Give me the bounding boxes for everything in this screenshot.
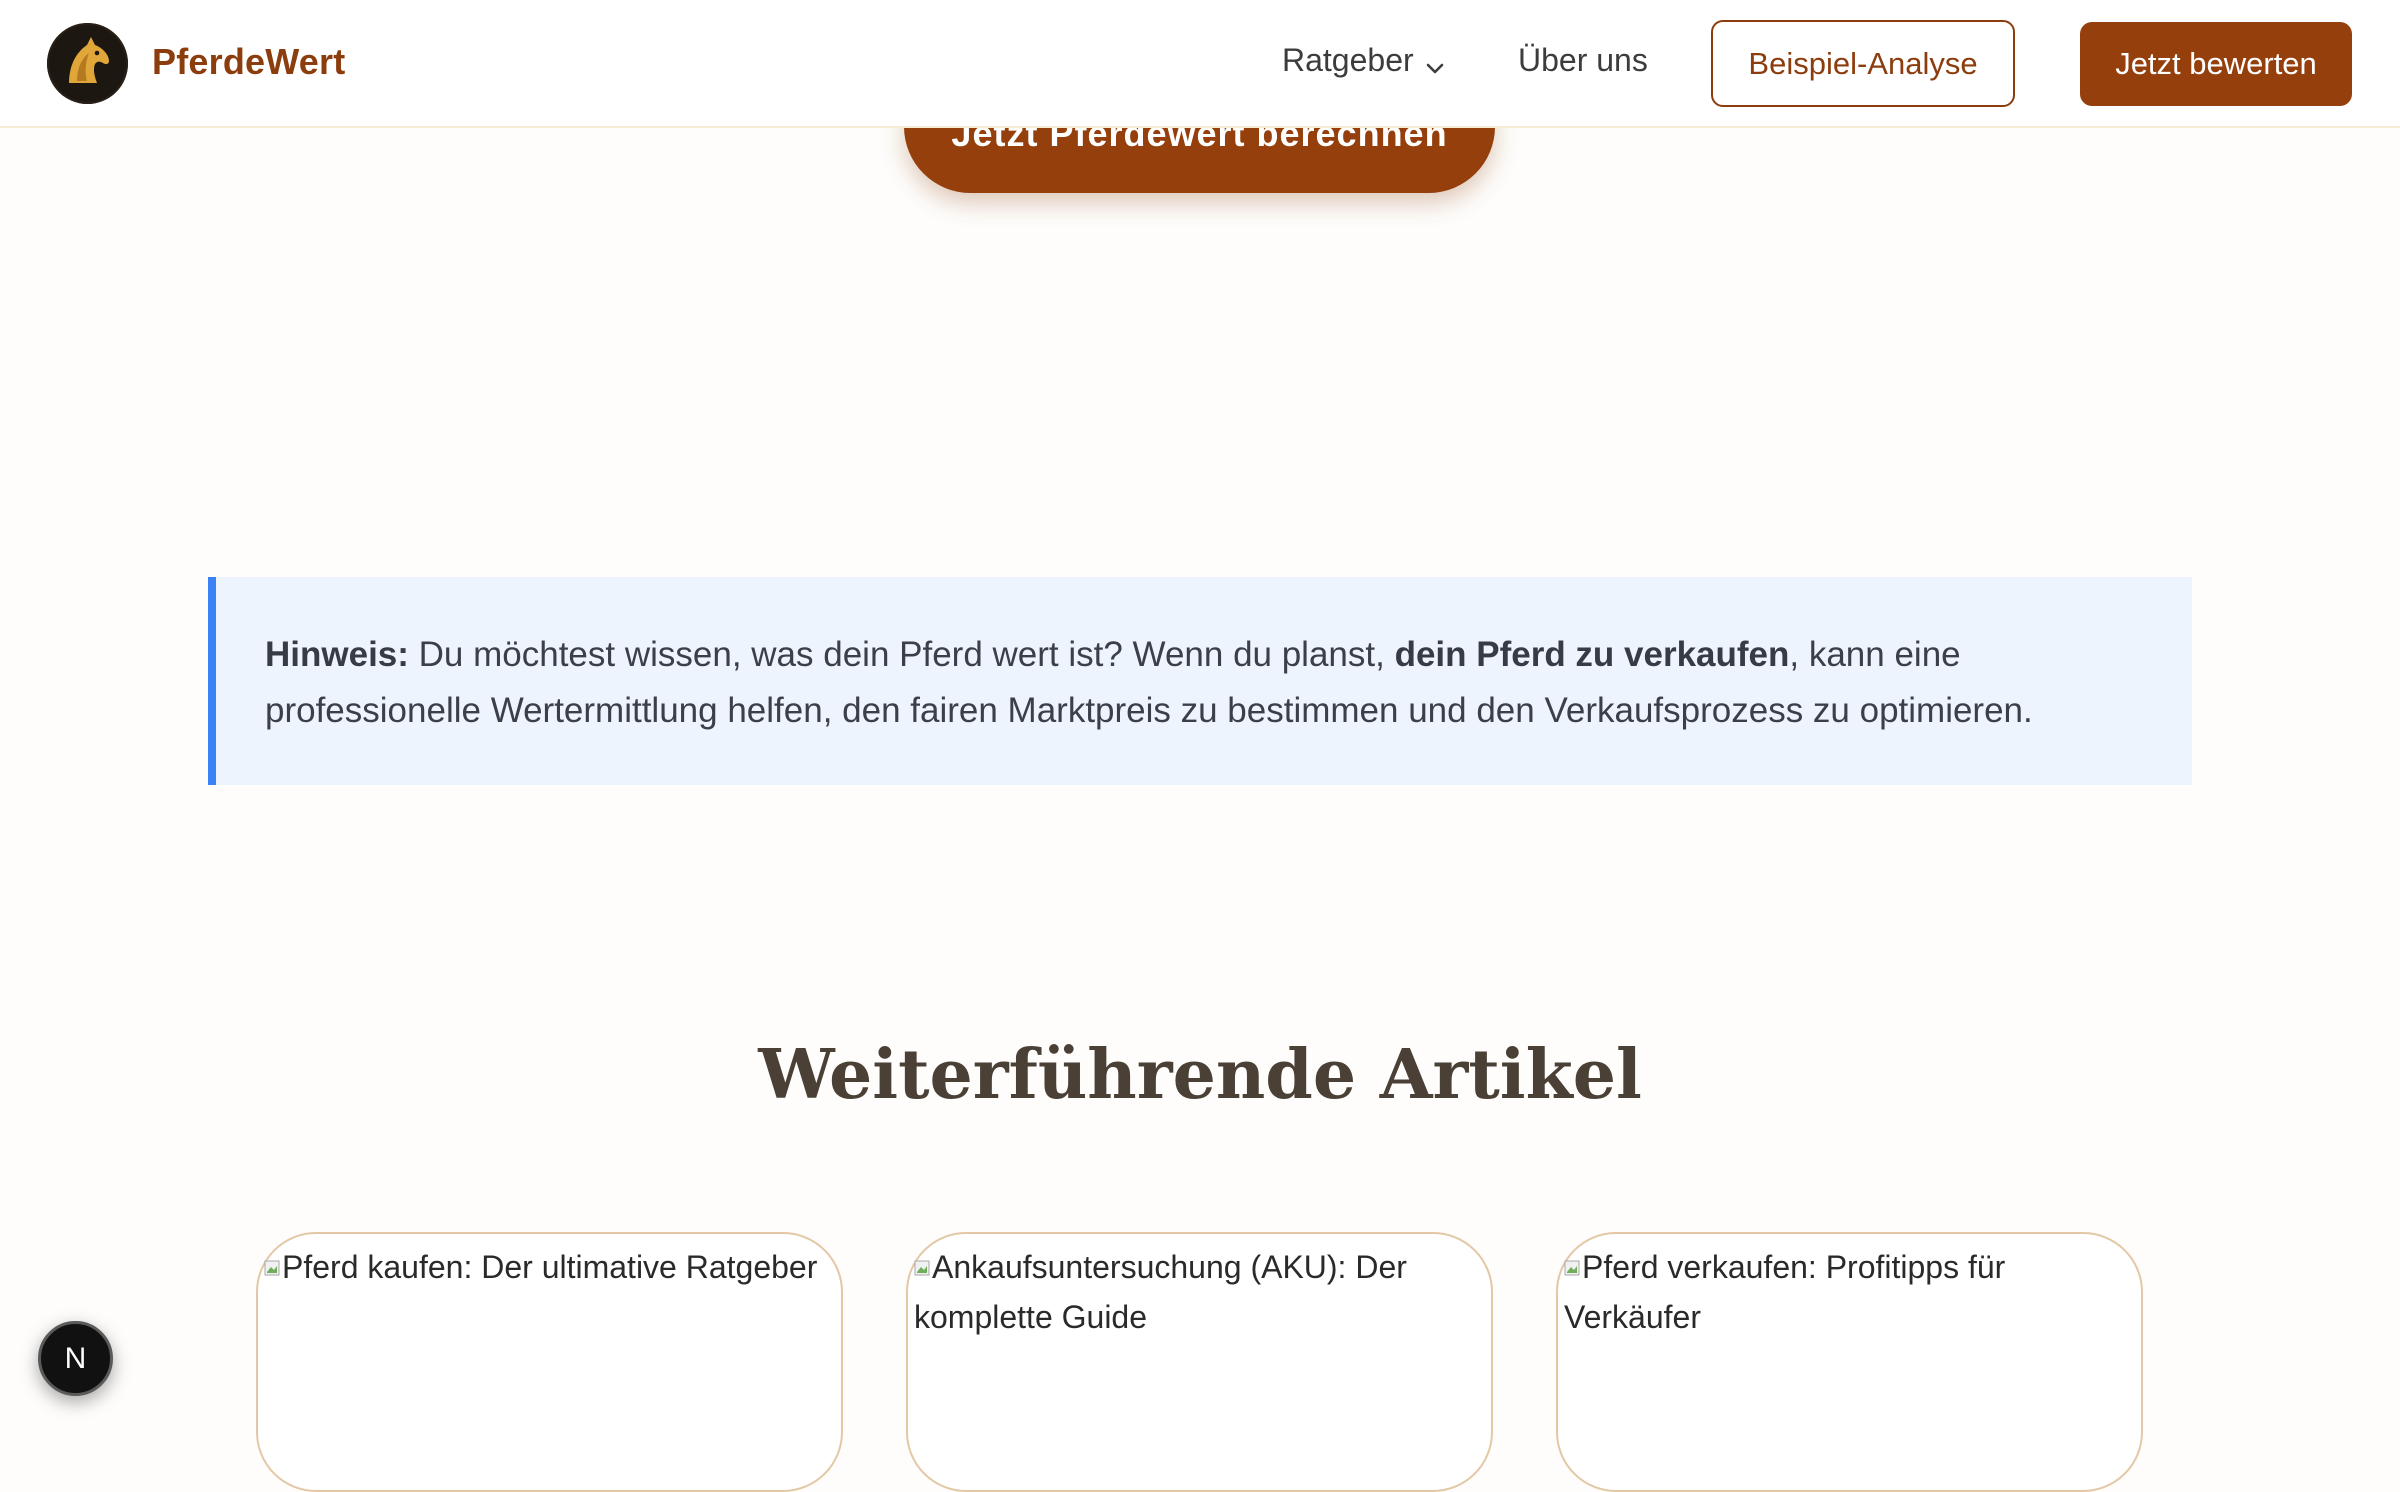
site-header: PferdeWert Ratgeber Über uns Beispiel-An…	[0, 0, 2400, 128]
article-card[interactable]: Ankaufsuntersuchung (AKU): Der komplette…	[906, 1232, 1493, 1492]
horse-head-icon[interactable]	[47, 23, 128, 104]
hint-box: Hinweis: Du möchtest wissen, was dein Pf…	[208, 577, 2192, 785]
evaluate-now-button[interactable]: Jetzt bewerten	[2080, 22, 2352, 106]
article-title: Ankaufsuntersuchung (AKU): Der komplette…	[914, 1249, 1407, 1335]
example-analysis-button[interactable]: Beispiel-Analyse	[1711, 20, 2015, 107]
sell-horse-link[interactable]: dein Pferd zu verkaufen	[1395, 635, 1790, 674]
article-title: Pferd verkaufen: Profitipps für Verkäufe…	[1564, 1249, 2006, 1335]
article-image-alt[interactable]: Ankaufsuntersuchung (AKU): Der komplette…	[914, 1240, 1485, 1342]
article-card[interactable]: Pferd kaufen: Der ultimative Ratgeber	[256, 1232, 843, 1492]
hint-label: Hinweis:	[265, 635, 409, 674]
nav-ratgeber-dropdown[interactable]: Ratgeber	[1282, 42, 1446, 79]
brand-name[interactable]: PferdeWert	[152, 41, 345, 83]
related-articles-heading: Weiterführende Artikel	[758, 1035, 1642, 1115]
article-card[interactable]: Pferd verkaufen: Profitipps für Verkäufe…	[1556, 1232, 2143, 1492]
hint-text-before: Du möchtest wissen, was dein Pferd wert …	[408, 635, 1395, 674]
broken-image-icon	[1564, 1240, 1580, 1276]
broken-image-icon	[914, 1240, 930, 1276]
article-image-alt[interactable]: Pferd kaufen: Der ultimative Ratgeber	[264, 1240, 835, 1292]
nav-about-link[interactable]: Über uns	[1518, 42, 1648, 79]
nav-ratgeber-label: Ratgeber	[1282, 42, 1414, 78]
broken-image-icon	[264, 1240, 280, 1276]
article-title: Pferd kaufen: Der ultimative Ratgeber	[282, 1249, 818, 1285]
chevron-down-icon	[1424, 50, 1446, 73]
dev-tools-badge[interactable]: N	[38, 1321, 113, 1396]
article-image-alt[interactable]: Pferd verkaufen: Profitipps für Verkäufe…	[1564, 1240, 2135, 1342]
